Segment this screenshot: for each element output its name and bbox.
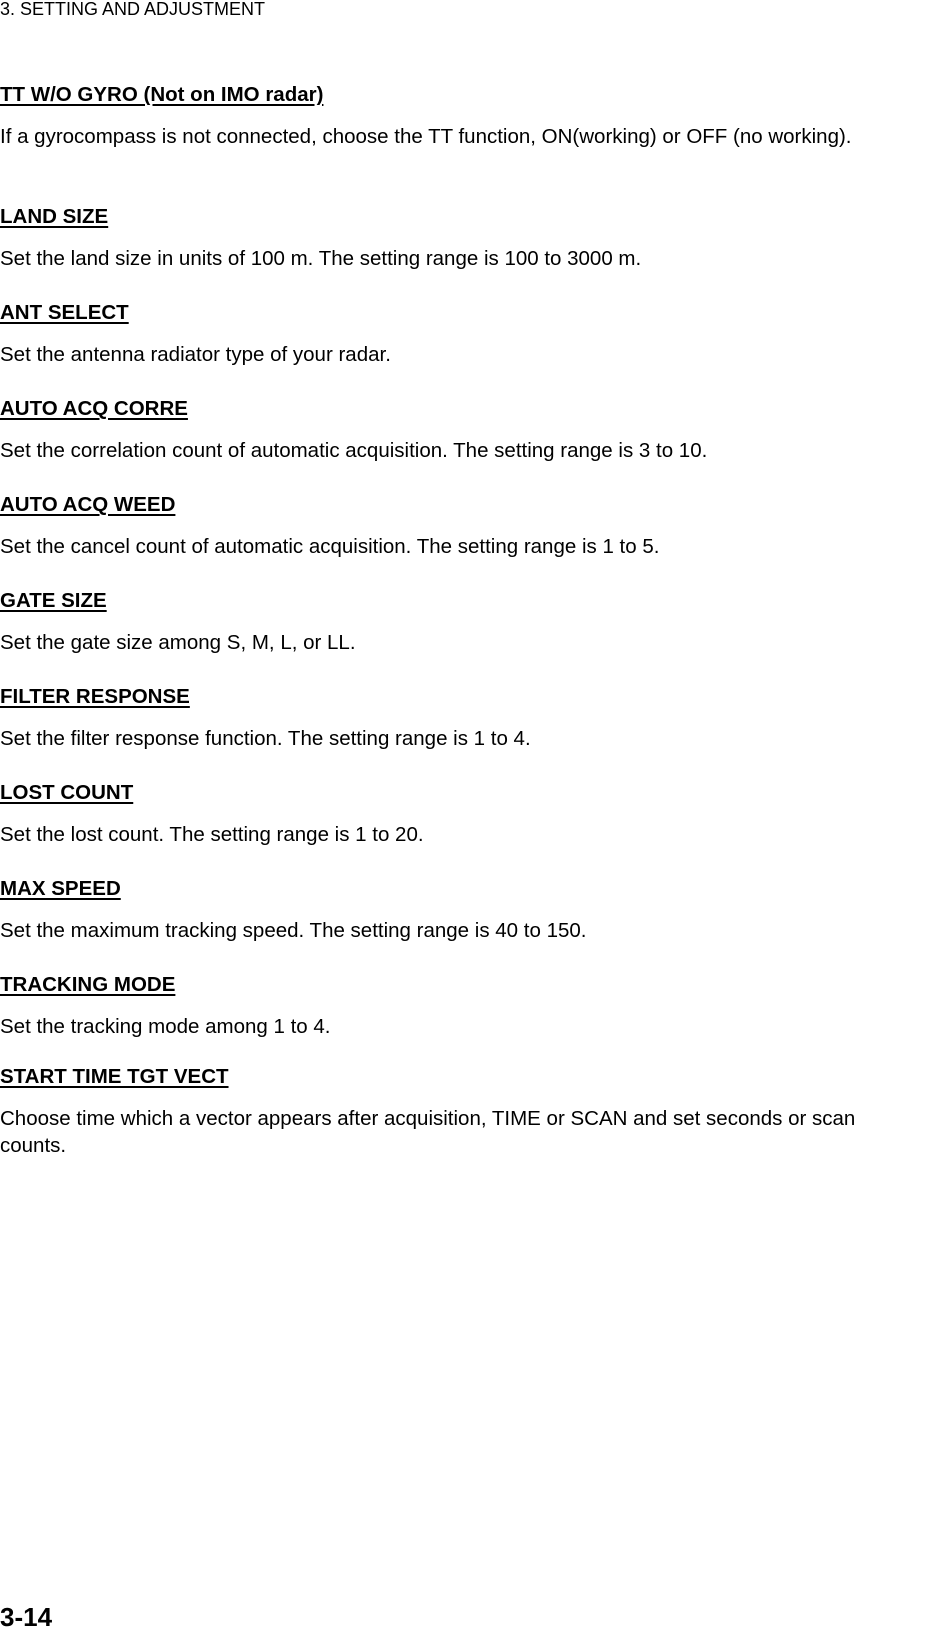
section-filter-response: FILTER RESPONSE Set the filter response … xyxy=(0,685,942,752)
section-heading: TRACKING MODE xyxy=(0,973,942,997)
section-body: Choose time which a vector appears after… xyxy=(0,1107,856,1157)
section-heading: GATE SIZE xyxy=(0,589,942,613)
section-body: Set the maximum tracking speed. The sett… xyxy=(0,919,587,942)
section-body: Set the land size in units of 100 m. The… xyxy=(0,247,642,270)
section-heading-text: START TIME TGT VECT xyxy=(0,1065,229,1088)
page-number: 3-14 xyxy=(0,1602,53,1632)
running-head: 3. SETTING AND ADJUSTMENT xyxy=(0,0,266,19)
section-heading: TT W/O GYRO (Not on IMO radar) xyxy=(0,83,942,107)
section-body: Set the antenna radiator type of your ra… xyxy=(0,343,391,366)
section-max-speed: MAX SPEED Set the maximum tracking speed… xyxy=(0,877,942,944)
section-heading: LOST COUNT xyxy=(0,781,942,805)
section-body: Set the gate size among S, M, L, or LL. xyxy=(0,631,356,654)
section-heading: LAND SIZE xyxy=(0,205,942,229)
section-body: Set the tracking mode among 1 to 4. xyxy=(0,1015,331,1038)
section-body: Set the correlation count of automatic a… xyxy=(0,439,708,462)
section-heading: START TIME TGT VECT xyxy=(0,1065,942,1089)
section-tracking-mode: TRACKING MODE Set the tracking mode amon… xyxy=(0,973,942,1040)
section-body: If a gyrocompass is not connected, choos… xyxy=(0,125,852,148)
section-heading-text: LOST COUNT xyxy=(0,781,134,804)
section-heading-text: AUTO ACQ CORRE xyxy=(0,397,188,420)
section-heading-text: TT W/O GYRO (Not on IMO radar) xyxy=(0,83,324,106)
section-auto-acq-weed: AUTO ACQ WEED Set the cancel count of au… xyxy=(0,493,942,560)
section-body: Set the cancel count of automatic acquis… xyxy=(0,535,660,558)
section-heading-text: LAND SIZE xyxy=(0,205,109,228)
section-auto-acq-corre: AUTO ACQ CORRE Set the correlation count… xyxy=(0,397,942,464)
section-heading: FILTER RESPONSE xyxy=(0,685,942,709)
section-heading-text: MAX SPEED xyxy=(0,877,121,900)
section-start-time-tgt-vect: START TIME TGT VECT Choose time which a … xyxy=(0,1065,942,1159)
section-body: Set the lost count. The setting range is… xyxy=(0,823,424,846)
section-heading-text: TRACKING MODE xyxy=(0,973,176,996)
section-heading: MAX SPEED xyxy=(0,877,942,901)
section-gate-size: GATE SIZE Set the gate size among S, M, … xyxy=(0,589,942,656)
section-heading-text: AUTO ACQ WEED xyxy=(0,493,176,516)
section-body: Set the filter response function. The se… xyxy=(0,727,531,750)
section-heading-text: FILTER RESPONSE xyxy=(0,685,190,708)
section-land-size: LAND SIZE Set the land size in units of … xyxy=(0,205,942,272)
section-heading: AUTO ACQ WEED xyxy=(0,493,942,517)
section-heading-text: ANT SELECT xyxy=(0,301,129,324)
section-lost-count: LOST COUNT Set the lost count. The setti… xyxy=(0,781,942,848)
section-ant-select: ANT SELECT Set the antenna radiator type… xyxy=(0,301,942,368)
section-heading: ANT SELECT xyxy=(0,301,942,325)
section-tt-wo-gyro: TT W/O GYRO (Not on IMO radar) If a gyro… xyxy=(0,83,942,150)
section-heading: AUTO ACQ CORRE xyxy=(0,397,942,421)
section-heading-text: GATE SIZE xyxy=(0,589,107,612)
